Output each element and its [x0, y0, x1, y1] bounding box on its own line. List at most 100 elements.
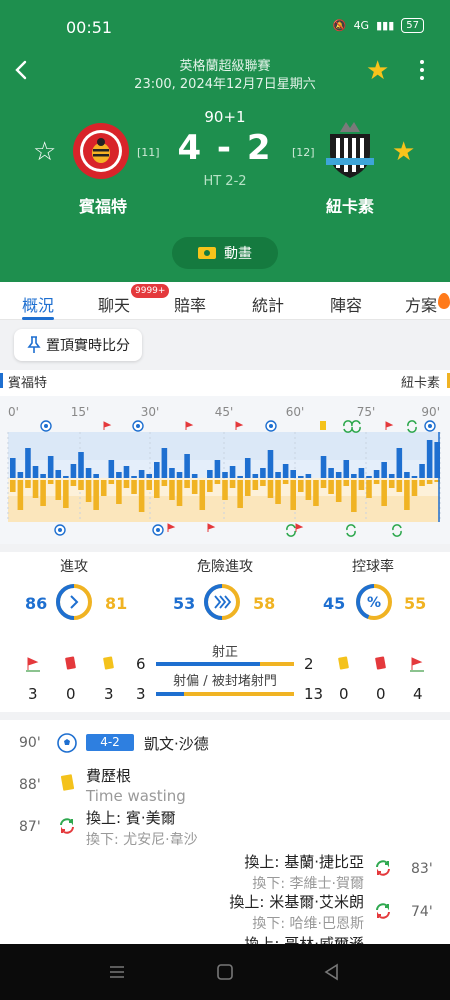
animation-label: 動畫 — [224, 246, 252, 262]
shots-off-target-label: 射偏 / 被封堵射門 — [173, 674, 277, 689]
event-minute: 88' — [19, 777, 41, 793]
home-momentum-bar — [381, 462, 387, 478]
home-corner-flag-icon — [26, 657, 40, 672]
away-momentum-bar — [343, 480, 350, 486]
goal-marker-icon — [40, 420, 52, 432]
home-momentum-bar — [260, 468, 266, 478]
away-momentum-bar — [184, 480, 190, 488]
home-momentum-bar — [176, 472, 183, 478]
away-team-name[interactable]: 紐卡素 — [297, 193, 403, 217]
home-momentum-bar — [63, 476, 69, 478]
favorite-star-icon[interactable]: ★ — [366, 58, 389, 84]
goal-marker-icon — [152, 524, 164, 536]
goal-marker-icon — [54, 524, 66, 536]
home-momentum-bar — [426, 440, 433, 478]
tab-lineup[interactable]: 陣容 — [330, 292, 362, 316]
pin-live-score-button[interactable]: 置頂實時比分 — [14, 329, 142, 361]
match-header: 00:51 🔕 4G ▮▮▮ 57 英格蘭超級聯賽 23:00, 2024年12… — [0, 0, 450, 282]
fire-icon — [438, 293, 450, 309]
home-momentum-bar — [131, 476, 137, 478]
animation-button[interactable]: 動畫 — [172, 237, 278, 269]
home-momentum-bar — [275, 472, 281, 478]
home-momentum-bar — [207, 470, 213, 478]
tab-odds[interactable]: 賠率 — [174, 292, 206, 316]
section-divider — [0, 544, 450, 552]
away-shots-off-target: 13 — [304, 685, 324, 703]
away-momentum-bar — [100, 480, 107, 496]
tab-overview[interactable]: 概況 — [22, 292, 54, 316]
sub-out-player[interactable]: 換下: 哈维·巴恩斯 — [252, 913, 364, 933]
away-momentum-bar — [55, 480, 62, 500]
goal-scorer[interactable]: 凱文·沙德 — [144, 733, 209, 754]
away-favorite-star-icon[interactable]: ★ — [392, 139, 415, 165]
sub-in-player[interactable]: 換上: 賓·美爾 — [86, 807, 176, 828]
sub-in-player[interactable]: 換上: 米基爾·艾米朗 — [229, 891, 364, 912]
event-minute: 83' — [411, 861, 433, 877]
attack-away-value: 81 — [105, 594, 128, 613]
away-corners: 4 — [413, 685, 423, 703]
match-score: 4 - 2 — [177, 128, 273, 168]
home-momentum-bar — [290, 470, 296, 478]
home-momentum-bar — [93, 474, 99, 478]
away-momentum-bar — [252, 480, 259, 490]
home-momentum-bar — [244, 458, 251, 478]
home-momentum-bar — [351, 474, 357, 478]
timeline-tick-label: 0' — [8, 405, 19, 419]
away-momentum-bar — [282, 480, 289, 484]
sub-out-player[interactable]: 換下: 李維士·賀爾 — [252, 873, 364, 893]
tab-bar: 概況 聊天 賠率 統計 陣容 方案 — [0, 282, 450, 320]
more-menu-icon[interactable] — [412, 60, 432, 84]
on-target-home-bar — [156, 662, 260, 666]
goal-marker-icon — [132, 420, 144, 432]
home-momentum-bar — [419, 464, 425, 478]
booked-player[interactable]: 費歷根 — [86, 765, 131, 786]
pin-icon — [27, 336, 41, 353]
tab-tips[interactable]: 方案 — [405, 292, 437, 316]
timeline-home-label: 賓福特 — [8, 376, 48, 391]
away-momentum-bar — [381, 480, 387, 506]
away-momentum-bar — [138, 480, 145, 512]
substitution-icon — [60, 818, 74, 834]
home-momentum-bar — [267, 450, 274, 478]
home-momentum-bar — [298, 476, 304, 478]
away-momentum-bar — [313, 480, 319, 506]
event-minute: 87' — [19, 819, 41, 835]
signal-icon: ▮▮▮ — [376, 19, 395, 32]
status-time: 00:51 — [66, 18, 113, 37]
away-momentum-bar — [85, 480, 92, 502]
tab-chat[interactable]: 聊天 — [98, 292, 130, 316]
home-momentum-bar — [328, 468, 334, 478]
pin-label: 置頂實時比分 — [46, 338, 130, 354]
away-rank: [12] — [292, 146, 315, 159]
match-minute: 90+1 — [204, 108, 246, 126]
dangerous-attack-label: 危險進攻 — [197, 559, 253, 575]
on-target-away-bar — [260, 662, 294, 666]
away-momentum-bar — [146, 480, 152, 490]
home-momentum-bar — [305, 474, 312, 478]
tab-stats[interactable]: 統計 — [252, 292, 284, 316]
home-momentum-bar — [411, 476, 418, 478]
away-momentum-bar — [244, 480, 251, 496]
away-momentum-bar — [123, 480, 130, 488]
home-momentum-bar — [191, 474, 198, 478]
back-icon[interactable] — [323, 963, 341, 981]
sub-in-player[interactable]: 換上: 基蘭·捷比亞 — [244, 851, 364, 872]
away-momentum-bar — [40, 480, 46, 506]
attack-label: 進攻 — [60, 559, 88, 575]
possession-ring-icon: % — [356, 584, 392, 620]
goal-ball-icon — [57, 733, 77, 753]
system-nav-bar — [0, 944, 450, 1000]
away-momentum-bar — [25, 480, 31, 488]
home-momentum-bar — [70, 464, 77, 478]
home-team-name[interactable]: 賓福特 — [50, 193, 156, 217]
home-momentum-bar — [116, 472, 122, 478]
away-momentum-bar — [17, 480, 24, 510]
home-momentum-bar — [25, 448, 31, 478]
sub-out-player[interactable]: 換下: 尤安尼·韋沙 — [86, 829, 198, 849]
home-icon[interactable] — [216, 963, 234, 981]
home-momentum-bar — [55, 470, 62, 478]
recent-apps-icon[interactable] — [108, 964, 126, 980]
away-momentum-bar — [154, 480, 160, 498]
goal-marker-icon — [424, 420, 436, 432]
away-momentum-bar — [260, 480, 266, 486]
